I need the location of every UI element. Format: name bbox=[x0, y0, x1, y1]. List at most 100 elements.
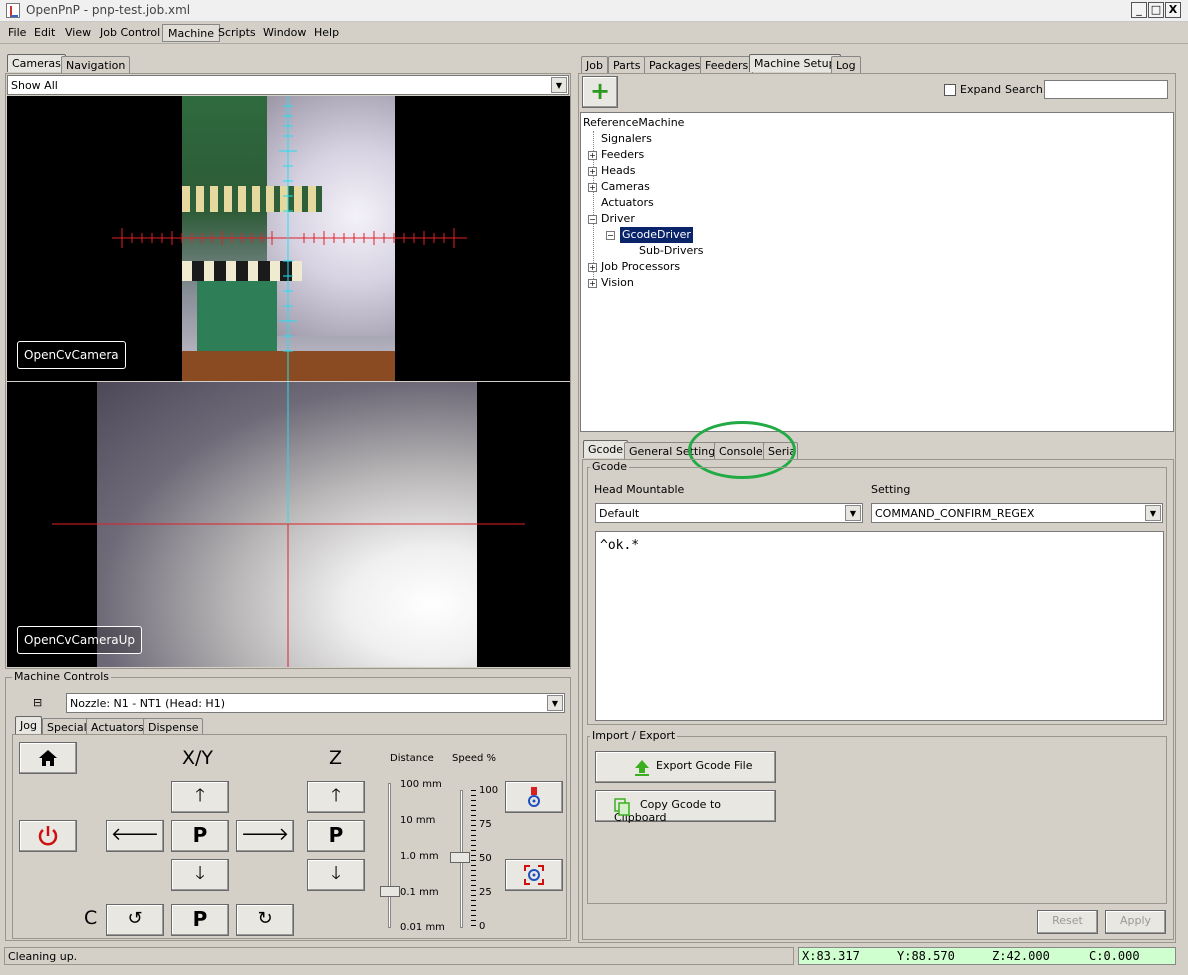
jog-x-minus-button[interactable]: 🡐 bbox=[106, 820, 164, 852]
menu-machine[interactable]: Machine bbox=[162, 24, 221, 42]
menu-job-control[interactable]: Job Control bbox=[95, 24, 165, 42]
expand-icon[interactable]: + bbox=[588, 263, 597, 272]
minimize-button[interactable]: _ bbox=[1131, 2, 1147, 18]
speed-tick: 100 bbox=[479, 785, 499, 796]
tree-node-actuators[interactable]: Actuators bbox=[601, 195, 654, 211]
tab-log[interactable]: Log bbox=[831, 56, 861, 74]
crosshair-bottom bbox=[52, 382, 525, 667]
apply-button[interactable]: Apply bbox=[1105, 910, 1166, 934]
expand-icon[interactable]: + bbox=[588, 183, 597, 192]
setting-select[interactable]: COMMAND_CONFIRM_REGEX ▼ bbox=[871, 503, 1163, 523]
dro-z: Z:42.000 bbox=[992, 949, 1050, 963]
tree-node-job-processors[interactable]: Job Processors bbox=[601, 259, 680, 275]
park-label: P bbox=[192, 907, 208, 931]
tab-gcode[interactable]: Gcode bbox=[583, 440, 629, 458]
camera-view-top[interactable]: OpenCvCamera bbox=[7, 96, 570, 381]
rotate-ccw-button[interactable]: ↺ bbox=[106, 904, 164, 936]
nozzle-select[interactable]: Nozzle: N1 - NT1 (Head: H1) ▼ bbox=[66, 693, 565, 713]
tree-node-heads[interactable]: Heads bbox=[601, 163, 636, 179]
expand-icon[interactable]: + bbox=[588, 167, 597, 176]
collapse-icon[interactable]: ⊟ bbox=[33, 696, 42, 709]
home-icon bbox=[39, 750, 57, 766]
maximize-button[interactable]: □ bbox=[1148, 2, 1164, 18]
tab-feeders[interactable]: Feeders bbox=[700, 56, 754, 74]
menu-window[interactable]: Window bbox=[258, 24, 311, 42]
tab-navigation[interactable]: Navigation bbox=[61, 56, 131, 74]
reset-button[interactable]: Reset bbox=[1037, 910, 1098, 934]
camera-filter-value: Show All bbox=[11, 79, 58, 92]
menu-help[interactable]: Help bbox=[309, 24, 344, 42]
export-gcode-label: Export Gcode File bbox=[656, 759, 753, 772]
arrow-up-icon: 🡑 bbox=[195, 785, 205, 806]
tab-machine-setup[interactable]: Machine Setup bbox=[749, 54, 841, 72]
chevron-down-icon[interactable]: ▼ bbox=[845, 505, 861, 521]
export-gcode-button[interactable]: Export Gcode File bbox=[595, 751, 776, 783]
tree-node-reference-machine[interactable]: ReferenceMachine bbox=[583, 115, 684, 131]
tree-node-signalers[interactable]: Signalers bbox=[601, 131, 652, 147]
speed-slider-thumb[interactable] bbox=[450, 852, 470, 863]
menu-scripts[interactable]: Scripts bbox=[213, 24, 261, 42]
camera-view-bottom[interactable]: OpenCvCameraUp bbox=[7, 382, 570, 667]
tree-node-sub-drivers[interactable]: Sub-Drivers bbox=[639, 243, 704, 259]
head-mountable-select[interactable]: Default ▼ bbox=[595, 503, 863, 523]
rotate-cw-button[interactable]: ↻ bbox=[236, 904, 294, 936]
copy-gcode-label: Copy Gcode to Clipboard bbox=[614, 798, 721, 824]
camera-target-button[interactable] bbox=[505, 859, 563, 891]
search-input[interactable] bbox=[1044, 80, 1168, 99]
distance-slider-track[interactable] bbox=[388, 783, 391, 928]
menu-file[interactable]: File bbox=[3, 24, 31, 42]
tab-cameras[interactable]: Cameras bbox=[7, 54, 66, 72]
dro-x: X:83.317 bbox=[802, 949, 860, 963]
camera-label-bottom: OpenCvCameraUp bbox=[17, 626, 143, 654]
arrow-down-icon: 🡓 bbox=[195, 863, 205, 884]
gcode-group-title: Gcode bbox=[590, 460, 630, 473]
camera-filter-combo[interactable]: Show All ▼ bbox=[7, 75, 569, 95]
copy-gcode-button[interactable]: Copy Gcode to Clipboard bbox=[595, 790, 776, 824]
park-xy-button[interactable]: P bbox=[171, 820, 229, 852]
nozzle-camera-button[interactable] bbox=[505, 781, 563, 813]
head-mountable-label: Head Mountable bbox=[594, 483, 685, 496]
tab-parts[interactable]: Parts bbox=[608, 56, 646, 74]
park-c-button[interactable]: P bbox=[171, 904, 229, 936]
jog-z-minus-button[interactable]: 🡓 bbox=[307, 859, 365, 891]
crosshair-top bbox=[112, 96, 467, 381]
plus-icon: + bbox=[589, 77, 611, 105]
menu-edit[interactable]: Edit bbox=[29, 24, 60, 42]
park-z-button[interactable]: P bbox=[307, 820, 365, 852]
chevron-down-icon[interactable]: ▼ bbox=[547, 695, 563, 711]
menu-view[interactable]: View bbox=[60, 24, 96, 42]
machine-controls-title: Machine Controls bbox=[12, 670, 112, 683]
expand-checkbox[interactable] bbox=[944, 84, 956, 96]
jog-x-plus-button[interactable]: 🡒 bbox=[236, 820, 294, 852]
tab-jog[interactable]: Jog bbox=[15, 716, 42, 734]
gcode-textarea[interactable]: ^ok.* bbox=[595, 531, 1164, 721]
power-button[interactable] bbox=[19, 820, 77, 852]
collapse-icon[interactable]: − bbox=[606, 231, 615, 240]
rotate-ccw-icon: ↺ bbox=[127, 908, 143, 929]
expand-icon[interactable]: + bbox=[588, 151, 597, 160]
tree-node-vision[interactable]: Vision bbox=[601, 275, 634, 291]
close-button[interactable]: X bbox=[1165, 2, 1181, 18]
home-button[interactable] bbox=[19, 742, 77, 774]
tree-node-feeders[interactable]: Feeders bbox=[601, 147, 644, 163]
tab-packages[interactable]: Packages bbox=[644, 56, 706, 74]
jog-z-plus-button[interactable]: 🡑 bbox=[307, 781, 365, 813]
nozzle-value: Nozzle: N1 - NT1 (Head: H1) bbox=[70, 697, 225, 710]
jog-y-minus-button[interactable]: 🡓 bbox=[171, 859, 229, 891]
jog-y-plus-button[interactable]: 🡑 bbox=[171, 781, 229, 813]
tree-node-driver[interactable]: Driver bbox=[601, 211, 635, 227]
tree-node-gcode-driver[interactable]: GcodeDriver bbox=[620, 227, 693, 243]
rotate-cw-icon: ↻ bbox=[257, 908, 273, 929]
chevron-down-icon[interactable]: ▼ bbox=[1145, 505, 1161, 521]
add-button[interactable]: + bbox=[582, 76, 618, 108]
tree-node-cameras[interactable]: Cameras bbox=[601, 179, 650, 195]
chevron-down-icon[interactable]: ▼ bbox=[551, 77, 567, 93]
arrow-left-icon: 🡐 bbox=[110, 824, 160, 845]
collapse-icon[interactable]: − bbox=[588, 215, 597, 224]
expand-icon[interactable]: + bbox=[588, 279, 597, 288]
setting-value: COMMAND_CONFIRM_REGEX bbox=[875, 507, 1035, 520]
camera-label-top: OpenCvCamera bbox=[17, 341, 126, 369]
tab-job[interactable]: Job bbox=[581, 56, 608, 74]
distance-slider-thumb[interactable] bbox=[380, 886, 400, 897]
dro-c: C:0.000 bbox=[1089, 949, 1140, 963]
